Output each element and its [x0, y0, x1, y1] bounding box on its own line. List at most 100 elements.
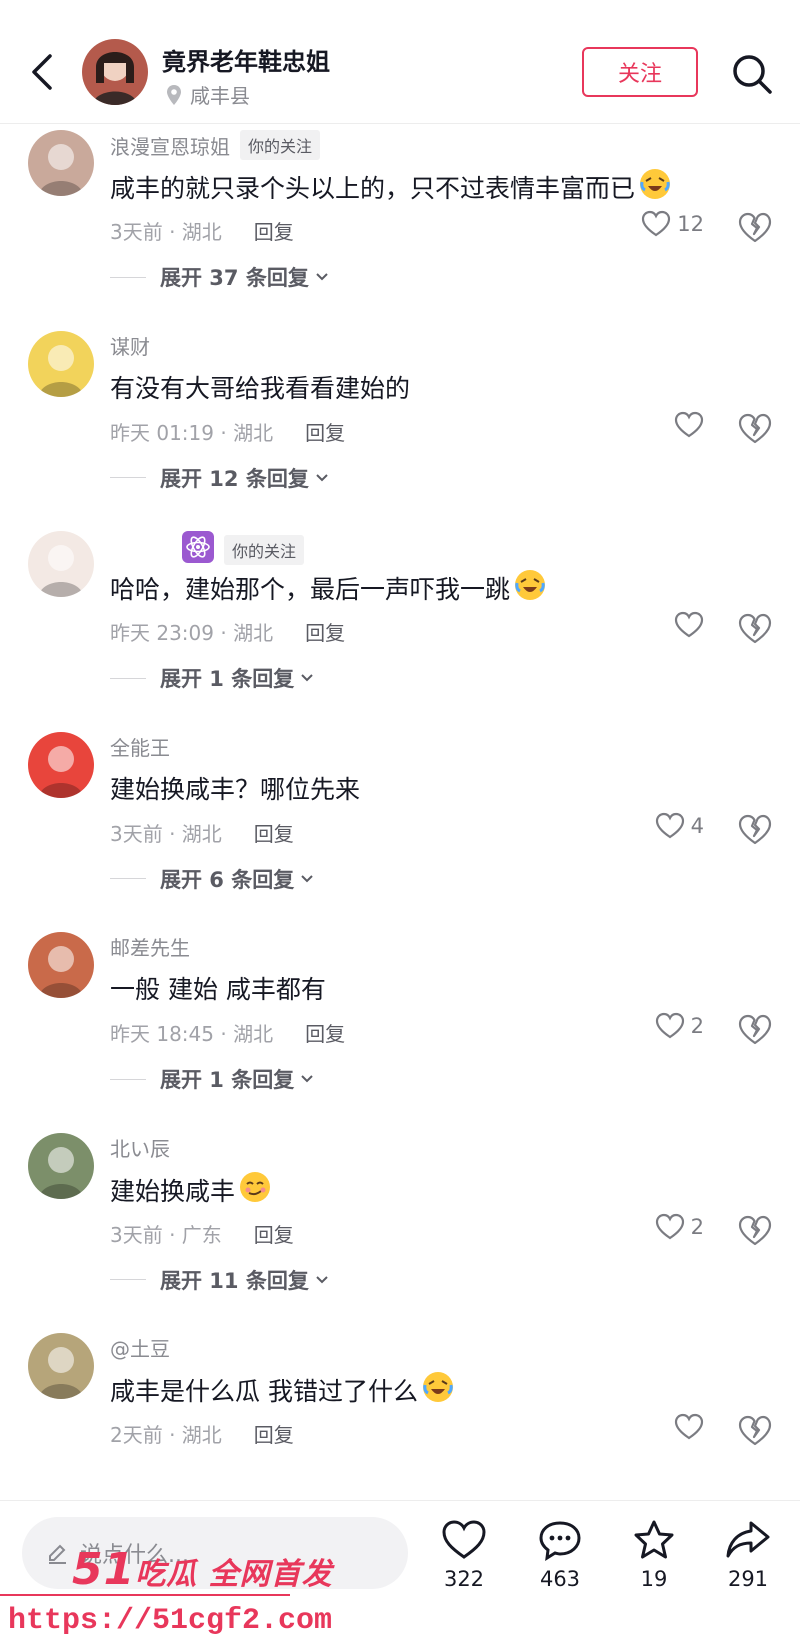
comment-meta: 昨天 18:45 · 湖北 回复: [110, 1018, 345, 1047]
comment-button[interactable]: 463: [520, 1519, 600, 1591]
comment-meta: 3天前 · 湖北 回复: [110, 818, 294, 847]
comment-like-button[interactable]: 12: [641, 210, 704, 238]
broken-heart-icon[interactable]: [738, 613, 772, 645]
expand-replies-label: 展开 1 条回复: [160, 1068, 295, 1092]
commenter-meta: @土豆: [110, 1333, 170, 1362]
broken-heart-icon[interactable]: [738, 814, 772, 846]
star-icon: [634, 1520, 674, 1559]
reply-button[interactable]: 回复: [305, 617, 345, 646]
commenter-meta: 浪漫宣恩琼姐 你的关注: [110, 130, 321, 160]
comment-item[interactable]: 你的关注 哈哈，建始那个，最后一声吓我一跳 昨天 23:09 · 湖北 回复 展开 1 …: [0, 525, 800, 735]
share-arrow-icon: [726, 1521, 770, 1558]
comment-bubble-icon: [539, 1521, 581, 1561]
comment-item[interactable]: @土豆咸丰是什么瓜 我错过了什么 2天前 · 湖北 回复: [0, 1327, 800, 1500]
favorite-count: 19: [640, 1567, 668, 1591]
comment-like-count: 12: [677, 212, 704, 236]
commenter-name[interactable]: 浪漫宣恩琼姐: [110, 131, 230, 160]
commenter-name[interactable]: @土豆: [110, 1333, 170, 1362]
broken-heart-icon[interactable]: [738, 1014, 772, 1046]
expand-replies-button[interactable]: 展开 1 条回复: [110, 1064, 314, 1094]
atom-badge-icon: [182, 531, 214, 568]
comment-time-location: 2天前 · 湖北: [110, 1423, 222, 1447]
commenter-avatar[interactable]: [28, 130, 94, 196]
reply-button[interactable]: 回复: [305, 1018, 345, 1047]
following-tag: 你的关注: [224, 534, 305, 565]
expand-divider: [110, 477, 146, 478]
commenter-meta: 谋财: [110, 331, 150, 360]
comment-text: 一般 建始 咸丰都有: [110, 970, 326, 1006]
commenter-name[interactable]: 邮差先生: [110, 932, 190, 961]
comment-text: 建始换咸丰: [110, 1171, 271, 1209]
comment-list[interactable]: 浪漫宣恩琼姐 你的关注 咸丰的就只录个头以上的，只不过表情丰富而已 3天前 · 湖北回…: [0, 124, 800, 1500]
comment-item[interactable]: 全能王建始换咸丰？哪位先来 3天前 · 湖北 回复 4 展开 6 条回复: [0, 726, 800, 936]
comment-like-button[interactable]: 4: [655, 812, 704, 840]
commenter-avatar[interactable]: [28, 531, 94, 597]
watermark-brand-num: 51: [72, 1544, 136, 1595]
broken-heart-icon[interactable]: [738, 413, 772, 445]
expand-replies-button[interactable]: 展开 12 条回复: [110, 463, 329, 493]
comment-item[interactable]: 邮差先生一般 建始 咸丰都有昨天 18:45 · 湖北 回复 2 展开 1 条回复: [0, 926, 800, 1136]
smirk-emoji: [239, 1171, 271, 1209]
author-avatar[interactable]: [82, 39, 148, 105]
broken-heart-icon[interactable]: [738, 1415, 772, 1447]
expand-replies-label: 展开 12 条回复: [160, 466, 309, 491]
like-button[interactable]: 322: [424, 1519, 504, 1591]
heart-outline-icon: [642, 210, 671, 237]
favorite-button[interactable]: 19: [614, 1519, 694, 1591]
comment-like-button[interactable]: [674, 1413, 704, 1441]
expand-replies-label: 展开 6 条回复: [160, 867, 295, 892]
expand-replies-button[interactable]: 展开 37 条回复: [110, 262, 329, 292]
comment-time-location: 3天前 · 广东: [110, 1222, 222, 1247]
commenter-name[interactable]: 全能王: [110, 732, 170, 761]
commenter-avatar[interactable]: [28, 330, 94, 397]
comment-like-button[interactable]: [674, 611, 704, 639]
reply-button[interactable]: 回复: [254, 216, 294, 245]
comment-item[interactable]: 谋财 有没有大哥给我看看建始的 昨天 01:19 · 湖北 回复 展开 12 条回复: [0, 325, 800, 535]
watermark-brand-text: 吃瓜 全网首发: [135, 1557, 333, 1592]
expand-replies-button[interactable]: 展开 11 条回复: [110, 1265, 329, 1295]
heart-outline-icon: [655, 1012, 684, 1039]
comment-like-count: 2: [690, 1214, 704, 1239]
comment-item[interactable]: 北い辰建始换咸丰 3天前 · 广东 回复 2 展开 11 条回复: [0, 1127, 800, 1337]
expand-divider: [110, 677, 146, 679]
expand-divider: [110, 878, 146, 879]
commenter-avatar[interactable]: [28, 731, 94, 798]
share-count: 291: [727, 1567, 769, 1591]
watermark-brand: 51吃瓜 全网首发: [72, 1544, 333, 1595]
commenter-meta: 北い辰: [110, 1133, 170, 1162]
share-button[interactable]: 291: [708, 1519, 788, 1591]
expand-replies-label: 展开 1 条回复: [160, 667, 295, 691]
comment-time-location: 3天前 · 湖北: [110, 821, 222, 846]
broken-heart-icon[interactable]: [738, 212, 772, 244]
comment-like-button[interactable]: 2: [655, 1213, 704, 1241]
comment-like-button[interactable]: [674, 411, 704, 439]
reply-button[interactable]: 回复: [254, 1419, 294, 1448]
expand-divider: [110, 1078, 146, 1080]
author-name: 竟界老年鞋忠姐: [162, 48, 330, 76]
search-icon[interactable]: [730, 52, 774, 96]
chevron-down-icon: [316, 1275, 328, 1283]
comment-body: 哈哈，建始那个，最后一声吓我一跳: [110, 575, 511, 604]
commenter-meta: 邮差先生: [110, 932, 190, 961]
heart-outline-icon: [674, 411, 704, 437]
commenter-avatar[interactable]: [28, 1132, 94, 1199]
commenter-name[interactable]: 谋财: [110, 331, 150, 360]
reply-button[interactable]: 回复: [305, 417, 345, 446]
comment-like-count: 2: [690, 1014, 704, 1038]
heart-outline-icon: [674, 1413, 704, 1440]
expand-replies-button[interactable]: 展开 1 条回复: [110, 663, 314, 693]
comment-body: 建始换咸丰？哪位先来: [110, 774, 361, 804]
broken-heart-icon[interactable]: [738, 1215, 772, 1247]
expand-replies-button[interactable]: 展开 6 条回复: [110, 864, 314, 894]
comment-like-button[interactable]: 2: [655, 1012, 704, 1040]
reply-button[interactable]: 回复: [254, 818, 294, 847]
commenter-name[interactable]: 北い辰: [110, 1133, 170, 1162]
reply-button[interactable]: 回复: [254, 1219, 294, 1248]
follow-button[interactable]: 关注: [582, 47, 698, 97]
commenter-avatar[interactable]: [28, 932, 94, 998]
comment-item[interactable]: 浪漫宣恩琼姐 你的关注 咸丰的就只录个头以上的，只不过表情丰富而已 3天前 · 湖北 回…: [0, 124, 800, 334]
location-pin-icon: [167, 84, 181, 105]
commenter-avatar[interactable]: [28, 1333, 94, 1399]
comment-body: 咸丰是什么瓜 我错过了什么: [110, 1377, 418, 1406]
back-arrow-icon[interactable]: [26, 48, 60, 96]
